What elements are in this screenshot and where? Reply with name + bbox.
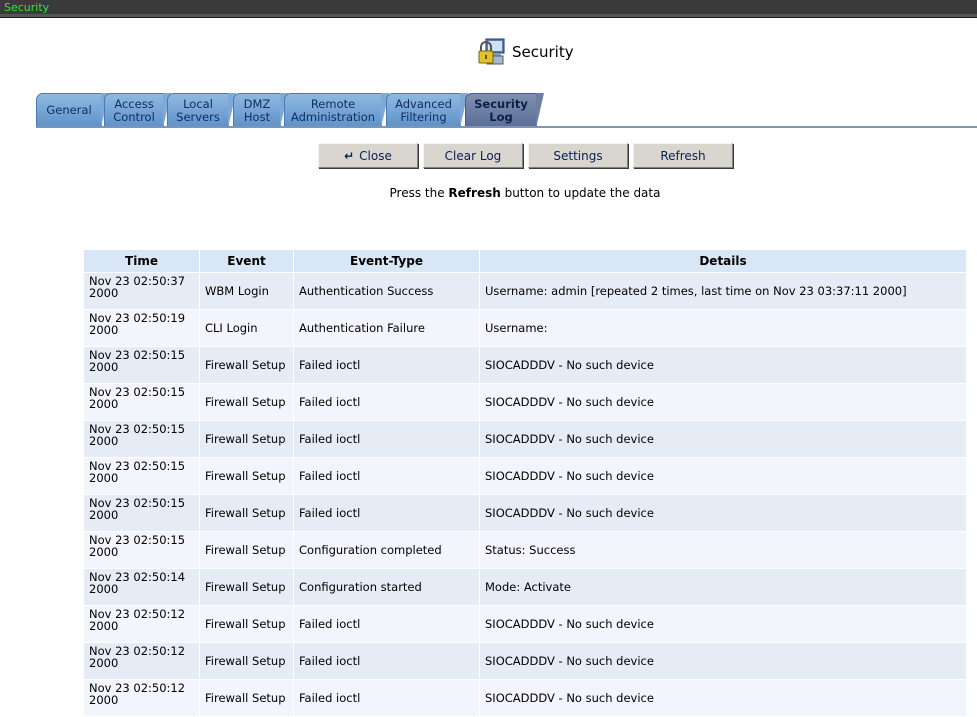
column-header-time: Time (83, 249, 200, 273)
table-header-row: Time Event Event-Type Details (83, 249, 967, 273)
log-details: SIOCADDDV - No such device (479, 420, 967, 458)
table-row: Nov 23 02:50:12 2000 Firewall Setup Failed… (83, 605, 967, 643)
tab-label: Access Control (113, 96, 155, 124)
log-event: Firewall Setup (199, 642, 294, 680)
log-event-type: Authentication Failure (293, 309, 480, 347)
log-details: SIOCADDDV - No such device (479, 457, 967, 495)
log-time: Nov 23 02:50:14 2000 (83, 568, 200, 606)
settings-button[interactable]: Settings (528, 143, 628, 168)
log-event-type: Configuration started (293, 568, 480, 606)
table-body: Nov 23 02:50:37 2000 WBM Login Authenticat… (83, 272, 967, 717)
tab-label: Local Servers (176, 96, 220, 124)
log-event: Firewall Setup (199, 531, 294, 569)
log-event: Firewall Setup (199, 383, 294, 421)
tab-security-log[interactable]: Security Log (465, 93, 544, 128)
log-time: Nov 23 02:50:37 2000 (83, 272, 200, 310)
log-event-type: Failed ioctl (293, 420, 480, 458)
tab-advanced-filtering[interactable]: Advanced Filtering (386, 93, 468, 128)
log-event: Firewall Setup (199, 679, 294, 717)
log-event-type: Failed ioctl (293, 605, 480, 643)
log-details: Username: (479, 309, 967, 347)
table-row: Nov 23 02:50:15 2000 Firewall Setup Failed… (83, 420, 967, 458)
log-event: Firewall Setup (199, 568, 294, 606)
table-row: Nov 23 02:50:15 2000 Firewall Setup Failed… (83, 457, 967, 495)
log-event: Firewall Setup (199, 494, 294, 532)
log-event-type: Failed ioctl (293, 383, 480, 421)
tab-dmz-host[interactable]: DMZ Host (233, 93, 288, 128)
table-row: Nov 23 02:50:15 2000 Firewall Setup Failed… (83, 346, 967, 384)
log-event: Firewall Setup (199, 346, 294, 384)
log-details: SIOCADDDV - No such device (479, 346, 967, 384)
log-event: CLI Login (199, 309, 294, 347)
log-details: SIOCADDDV - No such device (479, 494, 967, 532)
tab-label: DMZ Host (243, 96, 271, 124)
log-details: Status: Success (479, 531, 967, 569)
tab-label: Security Log (474, 96, 528, 124)
log-event-type: Failed ioctl (293, 346, 480, 384)
table-row: Nov 23 02:50:15 2000 Firewall Setup Config… (83, 531, 967, 569)
clear-log-button[interactable]: Clear Log (423, 143, 523, 168)
tab-label: Advanced Filtering (395, 96, 452, 124)
log-time: Nov 23 02:50:19 2000 (83, 309, 200, 347)
table-row: Nov 23 02:50:15 2000 Firewall Setup Failed… (83, 383, 967, 421)
table-row: Nov 23 02:50:15 2000 Firewall Setup Failed… (83, 494, 967, 532)
table-row: Nov 23 02:50:14 2000 Firewall Setup Config… (83, 568, 967, 606)
hint-suffix: button to update the data (500, 186, 661, 200)
window-title: Security (4, 1, 50, 14)
security-log-table: Time Event Event-Type Details Nov 23 02:… (83, 249, 967, 717)
refresh-button[interactable]: Refresh (633, 143, 733, 168)
log-time: Nov 23 02:50:15 2000 (83, 420, 200, 458)
log-details: Mode: Activate (479, 568, 967, 606)
tab-remote-administration[interactable]: Remote Administration (284, 93, 389, 128)
log-details: SIOCADDDV - No such device (479, 605, 967, 643)
column-header-event-type: Event-Type (293, 249, 480, 273)
log-event-type: Authentication Success (293, 272, 480, 310)
tab-label: Remote Administration (290, 96, 376, 124)
column-header-details: Details (479, 249, 967, 273)
log-details: SIOCADDDV - No such device (479, 383, 967, 421)
page-title: Security (512, 43, 574, 61)
log-event: Firewall Setup (199, 420, 294, 458)
tab-divider (36, 126, 977, 128)
log-time: Nov 23 02:50:15 2000 (83, 494, 200, 532)
log-event-type: Failed ioctl (293, 494, 480, 532)
log-event-type: Failed ioctl (293, 642, 480, 680)
tab-general[interactable]: General (36, 93, 109, 128)
log-time: Nov 23 02:50:12 2000 (83, 679, 200, 717)
table-row: Nov 23 02:50:19 2000 CLI Login Authenticat… (83, 309, 967, 347)
log-event-type: Failed ioctl (293, 679, 480, 717)
page-heading: Security (476, 36, 574, 68)
window-titlebar: Security (0, 0, 977, 18)
padlock-computer-icon (476, 36, 508, 68)
column-header-event: Event (199, 249, 294, 273)
close-button-label: Close (359, 148, 392, 163)
log-time: Nov 23 02:50:15 2000 (83, 346, 200, 384)
log-details: Username: admin [repeated 2 times, last … (479, 272, 967, 310)
return-arrow-icon: ↵ (344, 148, 355, 163)
log-event-type: Failed ioctl (293, 457, 480, 495)
refresh-hint: Press the Refresh button to update the d… (0, 186, 977, 200)
log-event: WBM Login (199, 272, 294, 310)
log-details: SIOCADDDV - No such device (479, 642, 967, 680)
table-row: Nov 23 02:50:37 2000 WBM Login Authenticat… (83, 272, 967, 310)
hint-bold: Refresh (448, 186, 501, 200)
log-time: Nov 23 02:50:15 2000 (83, 531, 200, 569)
log-details: SIOCADDDV - No such device (479, 679, 967, 717)
table-row: Nov 23 02:50:12 2000 Firewall Setup Failed… (83, 642, 967, 680)
log-time: Nov 23 02:50:15 2000 (83, 383, 200, 421)
log-event-type: Configuration completed (293, 531, 480, 569)
hint-prefix: Press the (389, 186, 449, 200)
log-event: Firewall Setup (199, 605, 294, 643)
log-time: Nov 23 02:50:12 2000 (83, 605, 200, 643)
log-time: Nov 23 02:50:12 2000 (83, 642, 200, 680)
log-time: Nov 23 02:50:15 2000 (83, 457, 200, 495)
tab-local-servers[interactable]: Local Servers (167, 93, 236, 128)
table-row: Nov 23 02:50:12 2000 Firewall Setup Failed… (83, 679, 967, 717)
log-event: Firewall Setup (199, 457, 294, 495)
tab-access-control[interactable]: Access Control (104, 93, 171, 128)
close-button[interactable]: ↵ Close (318, 143, 418, 168)
